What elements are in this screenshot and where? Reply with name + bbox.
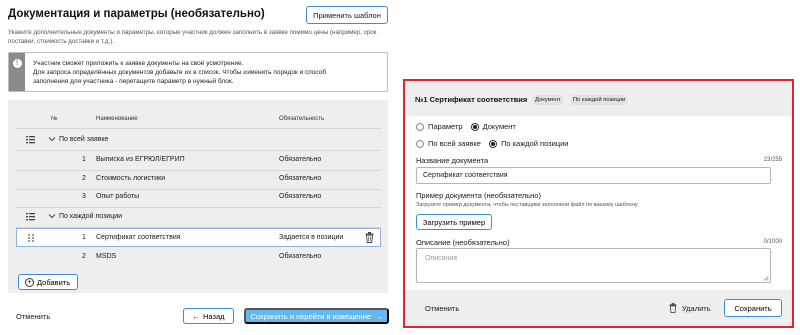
row-required: Задается в позиции	[279, 234, 344, 241]
radio-document-label[interactable]: Документ	[483, 122, 516, 131]
row-name: Опыт работы	[96, 193, 140, 200]
group-label: По всей заявке	[59, 136, 109, 143]
row-num: 3	[82, 193, 86, 200]
back-button[interactable]: ← Назад	[183, 308, 234, 324]
cancel-link[interactable]: Отменить	[16, 312, 50, 321]
info-line-2: Для запроса определённых документов доба…	[33, 69, 327, 76]
apply-template-button[interactable]: Применить шаблон	[306, 6, 388, 24]
document-editor-panel: №1 Сертификат соответствия Документ По к…	[403, 79, 794, 328]
row-name: Стоимость логистики	[96, 175, 166, 182]
upload-example-button[interactable]: Загрузить пример	[416, 214, 492, 230]
row-required: Обязательно	[279, 175, 322, 182]
trash-icon	[669, 303, 677, 313]
info-banner: ! Участник сможет приложить к заявке док…	[8, 52, 388, 92]
table-row[interactable]: 2 Стоимость логистики Обязательно	[16, 170, 381, 189]
description-label: Описание (необязательно)	[416, 238, 510, 247]
row-name: MSDS	[96, 253, 117, 260]
save-and-go-button[interactable]: Сохранить и перейти в извещение →	[244, 308, 389, 324]
radio-parameter[interactable]	[416, 122, 424, 131]
group-row-each[interactable]: По каждой позиции	[16, 208, 381, 227]
row-num: 2	[82, 175, 86, 182]
info-text: Участник сможет приложить к заявке докум…	[33, 59, 326, 86]
page-title: Документация и параметры (необязательно)	[8, 8, 265, 20]
type-radio-group: Параметр Документ	[416, 121, 524, 132]
row-num: 1	[82, 156, 86, 163]
info-strip: !	[9, 53, 25, 91]
type-tag: Документ	[533, 95, 563, 105]
column-header-name: Наименование	[96, 116, 138, 122]
info-icon: !	[12, 59, 22, 68]
editor-save-button[interactable]: Сохранить	[724, 299, 782, 317]
table-row[interactable]: 1 Выписка из ЕГРЮЛ/ЕГРИП Обязательно	[16, 151, 381, 170]
radio-all-label[interactable]: По всей заявке	[428, 139, 481, 148]
trash-icon[interactable]	[365, 232, 374, 243]
radio-each-label[interactable]: По каждой позиции	[501, 139, 569, 148]
scope-radio-group: По всей заявке По каждой позиции	[416, 138, 577, 149]
editor-cancel-link[interactable]: Отменить	[425, 304, 459, 313]
radio-parameter-label[interactable]: Параметр	[428, 122, 463, 131]
editor-delete-button[interactable]: Удалить	[669, 303, 711, 313]
chevron-down-icon[interactable]	[48, 135, 56, 143]
list-icon	[26, 213, 35, 221]
save-go-label: Сохранить и перейти в извещение	[250, 311, 372, 321]
example-hint: Загрузите пример документа, чтобы постав…	[416, 202, 638, 208]
document-name-input[interactable]: Сертификат соответствия	[416, 167, 771, 184]
scope-tag: По каждой позиции	[571, 95, 628, 105]
header-divider	[16, 128, 381, 129]
radio-each[interactable]	[488, 139, 497, 148]
description-counter: 0/1000	[763, 239, 782, 245]
arrow-left-icon: ←	[192, 311, 201, 321]
description-textarea[interactable]: Описание	[416, 248, 771, 283]
editor-footer: Отменить Удалить Сохранить	[405, 290, 792, 326]
group-label: По каждой позиции	[59, 213, 123, 220]
column-header-required: Обязательность	[279, 116, 325, 122]
name-counter: 23/255	[763, 157, 782, 163]
table-row[interactable]: 3 Опыт работы Обязательно	[16, 188, 381, 207]
description-placeholder: Описание	[425, 255, 458, 262]
table-row-selected[interactable]: 1 Сертификат соответствия Задается в поз…	[16, 228, 381, 247]
row-num: 1	[82, 234, 86, 241]
add-button[interactable]: + Добавить	[18, 274, 78, 290]
arrow-right-icon: →	[375, 311, 383, 321]
row-required: Обязательно	[279, 253, 322, 260]
row-name: Сертификат соответствия	[96, 234, 181, 241]
delete-label: Удалить	[682, 303, 711, 313]
resize-grip-icon[interactable]	[763, 275, 769, 281]
group-row-all[interactable]: По всей заявке	[16, 131, 381, 150]
editor-title: №1 Сертификат соответствия	[415, 95, 528, 104]
column-header-num: №	[51, 116, 58, 122]
list-icon	[26, 136, 35, 144]
chevron-down-icon[interactable]	[48, 212, 56, 220]
row-name: Выписка из ЕГРЮЛ/ЕГРИП	[96, 156, 185, 163]
example-label: Пример документа (необязательно)	[416, 191, 541, 200]
radio-all[interactable]	[416, 139, 424, 148]
info-line-1: Участник сможет приложить к заявке докум…	[33, 60, 244, 67]
row-num: 2	[82, 253, 86, 260]
plus-circle-icon: +	[25, 277, 34, 287]
name-label: Название документа	[416, 156, 489, 165]
add-label: Добавить	[37, 277, 71, 287]
row-required: Обязательно	[279, 156, 322, 163]
row-required: Обязательно	[279, 193, 322, 200]
editor-header: №1 Сертификат соответствия Документ По к…	[405, 81, 792, 116]
table-row[interactable]: 2 MSDS Обязательно	[16, 248, 381, 267]
info-line-3: заполнения для участника - перетащите па…	[33, 78, 234, 85]
documents-table: № Наименование Обязательность По всей за…	[8, 100, 388, 293]
page-subtitle: Укажите дополнительные документы и парам…	[8, 29, 377, 45]
radio-document[interactable]	[470, 122, 479, 131]
back-label: Назад	[203, 311, 225, 321]
drag-handle-icon[interactable]	[27, 233, 35, 243]
